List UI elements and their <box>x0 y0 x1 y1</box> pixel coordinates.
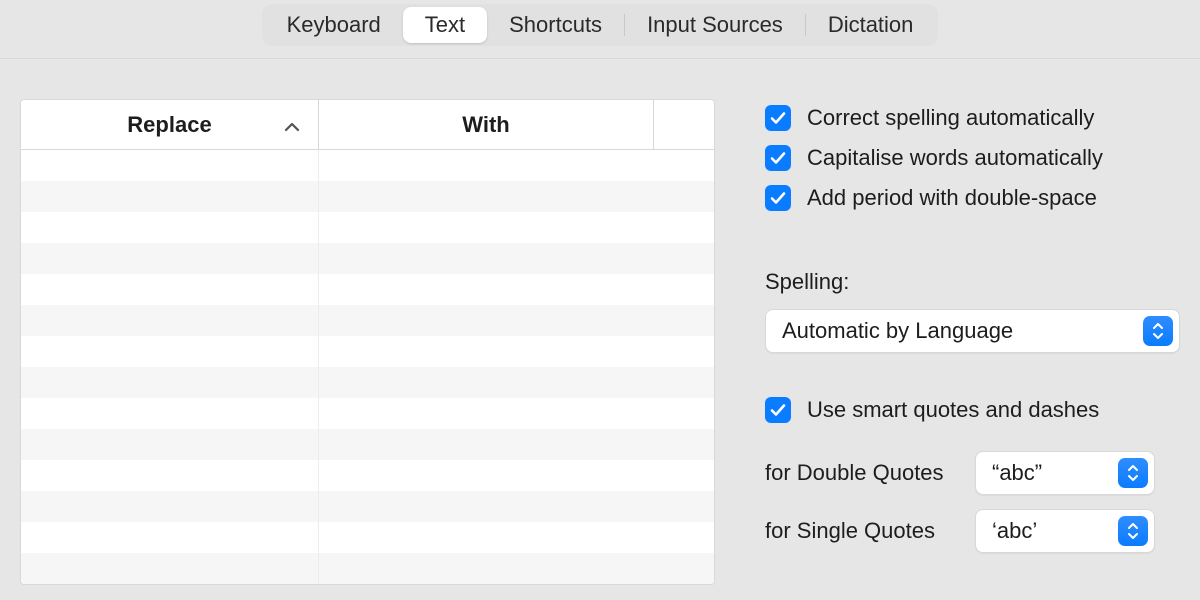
option-capitalise: Capitalise words automatically <box>765 145 1180 171</box>
check-icon <box>769 109 787 127</box>
check-icon <box>769 189 787 207</box>
double-quotes-row: for Double Quotes “abc” <box>765 451 1180 495</box>
tab-label: Keyboard <box>287 12 381 38</box>
option-label: Capitalise words automatically <box>807 145 1103 171</box>
column-label: Replace <box>127 112 211 138</box>
sort-indicator-icon <box>284 112 300 138</box>
table-row[interactable] <box>21 305 714 336</box>
table-row[interactable] <box>21 150 714 181</box>
tab-input-sources[interactable]: Input Sources <box>625 7 805 43</box>
tab-label: Shortcuts <box>509 12 602 38</box>
tab-label: Input Sources <box>647 12 783 38</box>
check-icon <box>769 401 787 419</box>
table-row[interactable] <box>21 522 714 553</box>
spelling-label: Spelling: <box>765 269 1180 295</box>
updown-icon <box>1118 516 1148 546</box>
table-row[interactable] <box>21 336 714 367</box>
table-row[interactable] <box>21 212 714 243</box>
checkbox-double-space[interactable] <box>765 185 791 211</box>
table-row[interactable] <box>21 553 714 584</box>
table-row[interactable] <box>21 460 714 491</box>
column-header-with[interactable]: With <box>319 100 654 149</box>
tab-label: Dictation <box>828 12 914 38</box>
updown-icon <box>1118 458 1148 488</box>
double-quotes-label: for Double Quotes <box>765 460 955 486</box>
tab-bar: Keyboard Text Shortcuts Input Sources Di… <box>0 0 1200 59</box>
tab-group: Keyboard Text Shortcuts Input Sources Di… <box>262 4 939 46</box>
select-value: ‘abc’ <box>992 518 1037 544</box>
table-header: Replace With <box>21 100 714 150</box>
single-quotes-select[interactable]: ‘abc’ <box>975 509 1155 553</box>
table-row[interactable] <box>21 181 714 212</box>
table-row[interactable] <box>21 367 714 398</box>
table-row[interactable] <box>21 243 714 274</box>
tab-keyboard[interactable]: Keyboard <box>265 7 403 43</box>
column-label: With <box>462 112 509 138</box>
table-row[interactable] <box>21 491 714 522</box>
double-quotes-select[interactable]: “abc” <box>975 451 1155 495</box>
replacements-table: Replace With <box>20 99 715 585</box>
column-header-replace[interactable]: Replace <box>21 100 319 149</box>
tab-dictation[interactable]: Dictation <box>806 7 936 43</box>
content-area: Replace With <box>0 59 1200 585</box>
table-row[interactable] <box>21 429 714 460</box>
select-value: Automatic by Language <box>782 318 1013 344</box>
table-row[interactable] <box>21 274 714 305</box>
option-correct-spelling: Correct spelling automatically <box>765 105 1180 131</box>
table-body[interactable] <box>21 150 714 584</box>
options-panel: Correct spelling automatically Capitalis… <box>765 99 1180 585</box>
option-label: Use smart quotes and dashes <box>807 397 1099 423</box>
checkbox-capitalise[interactable] <box>765 145 791 171</box>
spelling-select[interactable]: Automatic by Language <box>765 309 1180 353</box>
single-quotes-label: for Single Quotes <box>765 518 955 544</box>
checkbox-smart-quotes[interactable] <box>765 397 791 423</box>
table-row[interactable] <box>21 398 714 429</box>
tab-text[interactable]: Text <box>403 7 487 43</box>
column-header-spacer <box>654 100 714 149</box>
option-label: Correct spelling automatically <box>807 105 1094 131</box>
check-icon <box>769 149 787 167</box>
option-smart-quotes: Use smart quotes and dashes <box>765 397 1180 423</box>
checkbox-correct-spelling[interactable] <box>765 105 791 131</box>
single-quotes-row: for Single Quotes ‘abc’ <box>765 509 1180 553</box>
select-value: “abc” <box>992 460 1042 486</box>
option-label: Add period with double-space <box>807 185 1097 211</box>
tab-shortcuts[interactable]: Shortcuts <box>487 7 624 43</box>
updown-icon <box>1143 316 1173 346</box>
option-double-space: Add period with double-space <box>765 185 1180 211</box>
tab-label: Text <box>425 12 465 38</box>
